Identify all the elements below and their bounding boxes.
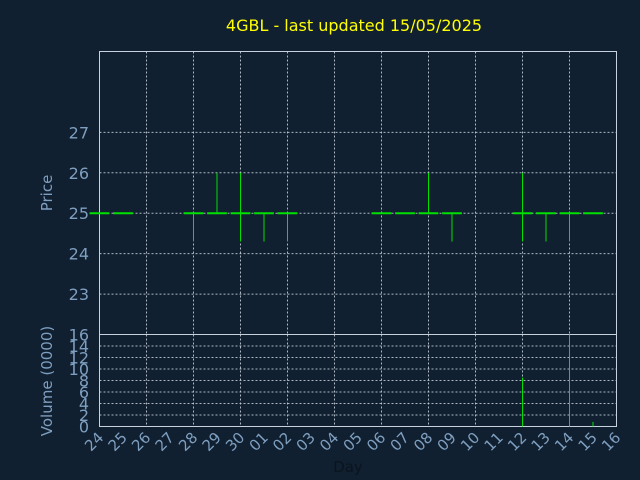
x-tick-label: 07 xyxy=(387,429,413,455)
x-tick-label: 15 xyxy=(575,429,601,455)
price-candle xyxy=(536,212,556,242)
x-tick-label: 13 xyxy=(528,429,554,455)
x-tick-label: 30 xyxy=(222,429,248,455)
price-candle xyxy=(442,212,462,242)
price-candle xyxy=(230,172,251,242)
x-tick-label: 04 xyxy=(316,429,342,455)
price-candle xyxy=(254,212,274,242)
price-series xyxy=(89,172,603,242)
x-tick-label: 02 xyxy=(269,429,295,455)
x-tick-label: 12 xyxy=(504,429,530,455)
price-tick-label: 27 xyxy=(69,123,89,142)
x-tick-label: 08 xyxy=(410,429,436,455)
price-candle xyxy=(277,212,298,242)
x-tick-label: 05 xyxy=(340,429,366,455)
price-plot-frame xyxy=(99,51,617,335)
x-ticks: 2425262728293001020304050607080910111213… xyxy=(81,429,624,455)
x-tick-label: 03 xyxy=(293,429,319,455)
x-tick-label: 29 xyxy=(199,429,225,455)
price-candle xyxy=(559,212,580,242)
price-tick-label: 25 xyxy=(69,204,89,223)
x-axis-label: Day xyxy=(333,458,363,476)
price-candle xyxy=(183,212,204,242)
volume-tick-label: 16 xyxy=(69,326,89,345)
price-tick-label: 23 xyxy=(69,285,89,304)
chart-title: 4GBL - last updated 15/05/2025 xyxy=(226,16,482,35)
chart-page: 4GBL - last updated 15/05/2025 23 24 25 26 2… xyxy=(0,0,640,480)
price-candle xyxy=(418,172,439,215)
volume-grid xyxy=(99,334,617,427)
price-grid xyxy=(99,51,617,335)
x-tick-label: 06 xyxy=(363,429,389,455)
price-tick-label: 24 xyxy=(69,245,89,264)
price-axis-label: Price xyxy=(38,175,56,212)
stock-chart: 4GBL - last updated 15/05/2025 232425262… xyxy=(38,16,624,476)
x-tick-label: 16 xyxy=(598,429,624,455)
x-tick-label: 28 xyxy=(175,429,201,455)
x-tick-label: 11 xyxy=(481,429,507,455)
x-tick-label: 01 xyxy=(246,429,272,455)
x-tick-label: 10 xyxy=(457,429,483,455)
volume-y-ticks: 0246810121416 xyxy=(69,326,89,437)
price-tick-label: 26 xyxy=(69,164,89,183)
x-tick-label: 27 xyxy=(152,429,178,455)
x-tick-label: 14 xyxy=(551,429,577,455)
volume-axis-label: Volume (0000) xyxy=(38,326,56,436)
x-tick-label: 26 xyxy=(128,429,154,455)
price-candle xyxy=(512,172,533,242)
price-candle xyxy=(207,172,227,215)
price-y-ticks: 23 24 25 26 27 xyxy=(69,123,89,304)
x-tick-label: 09 xyxy=(434,429,460,455)
x-tick-label: 25 xyxy=(105,429,131,455)
